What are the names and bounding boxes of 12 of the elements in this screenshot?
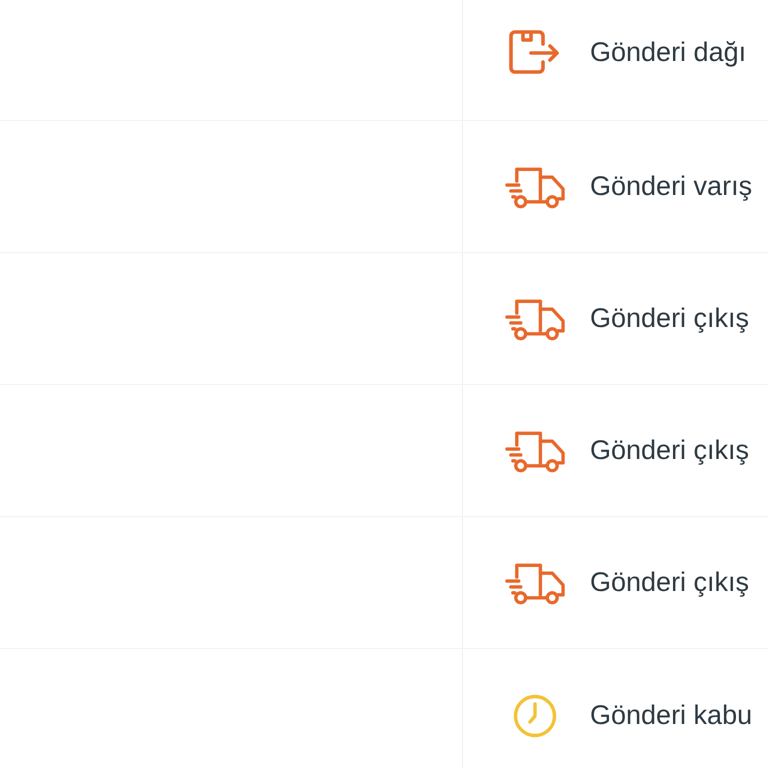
truck-icon: [503, 428, 566, 472]
status-text: Gönderi çıkış: [590, 434, 750, 468]
status-text: Gönderi çıkış: [590, 566, 750, 600]
clock-icon: [512, 694, 556, 738]
status-text: Gönderi varış: [590, 170, 752, 204]
status-text: Gönderi dağı: [590, 36, 746, 69]
status-text: Gönderi çıkış: [590, 302, 750, 336]
truck-icon: [503, 560, 566, 604]
truck-icon: [503, 164, 566, 208]
box-arrow-icon: [508, 30, 560, 74]
status-text: Gönderi kabu: [590, 699, 752, 732]
truck-icon: [503, 296, 566, 340]
